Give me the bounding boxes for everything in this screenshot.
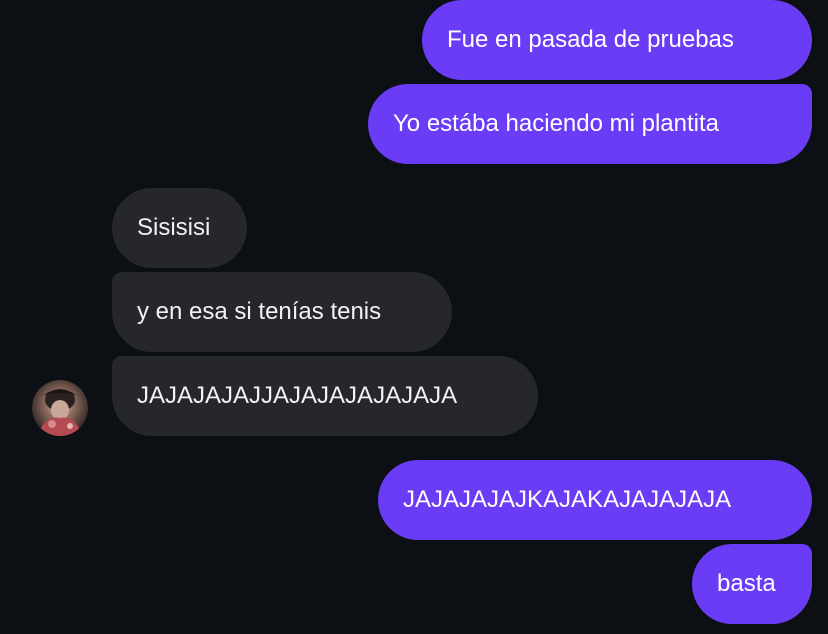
message-text: JAJAJAJAJKAJAKAJAJAJAJA [403,486,732,513]
outgoing-message-bubble[interactable]: Fue en pasada de pruebas [422,0,812,80]
outgoing-message-bubble[interactable]: basta [692,544,812,624]
chat-thread: Fue en pasada de pruebas Yo estába hacie… [0,0,828,634]
message-text: Fue en pasada de pruebas [447,26,734,53]
incoming-message-bubble[interactable]: Sisisisi [112,188,247,268]
message-text: Yo estába haciendo mi plantita [393,110,720,137]
incoming-message-bubble[interactable]: JAJAJAJAJJAJAJAJAJAJAJA [112,356,538,436]
message-text: y en esa si tenías tenis [137,298,382,325]
outgoing-message-bubble[interactable]: JAJAJAJAJKAJAKAJAJAJAJA [378,460,812,540]
incoming-message-bubble[interactable]: y en esa si tenías tenis [112,272,452,352]
message-text: JAJAJAJAJJAJAJAJAJAJAJA [137,382,458,409]
outgoing-message-bubble[interactable]: Yo estába haciendo mi plantita [368,84,812,164]
message-text: basta [717,570,776,597]
avatar-photo-icon [38,389,82,436]
message-text: Sisisisi [137,214,211,241]
contact-avatar[interactable] [32,380,88,436]
